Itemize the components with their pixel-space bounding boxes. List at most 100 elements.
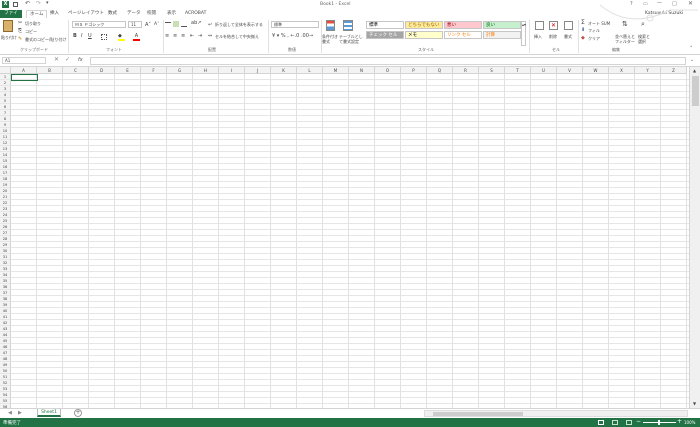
italic-icon[interactable]: I	[81, 33, 82, 39]
horizontal-scroll-thumb[interactable]	[433, 412, 523, 416]
enter-formula-icon[interactable]: ✓	[65, 56, 70, 63]
column-header[interactable]: N	[349, 67, 375, 74]
vertical-scroll-thumb[interactable]	[692, 76, 699, 106]
scroll-up-icon[interactable]: ▲	[693, 68, 696, 73]
vertical-scrollbar[interactable]: ▲ ▼	[689, 67, 700, 408]
align-bottom-icon[interactable]	[181, 22, 187, 27]
cell-style-1[interactable]: どちらでもない	[405, 21, 443, 29]
copy-button[interactable]: コピー	[25, 29, 37, 35]
cell-style-2[interactable]: 悪い	[444, 21, 482, 29]
tab-acrobat[interactable]: ACROBAT	[182, 10, 209, 18]
tab-view[interactable]: 表示	[164, 10, 179, 18]
page-break-view-icon[interactable]	[626, 420, 632, 425]
worksheet-grid[interactable]: ▲ ▼ ABCDEFGHIJKLMNOPQRSTUVWXYZ1234567891…	[0, 67, 700, 408]
column-header[interactable]: Z	[661, 67, 687, 74]
column-header[interactable]: A	[11, 67, 37, 74]
tab-file[interactable]: ファイル	[0, 10, 22, 24]
column-header[interactable]: O	[375, 67, 401, 74]
insert-function-icon[interactable]: fx	[78, 57, 83, 63]
column-header[interactable]: S	[479, 67, 505, 74]
column-header[interactable]: L	[297, 67, 323, 74]
format-as-table-button[interactable]: テーブルとして書式設定	[339, 34, 363, 44]
underline-icon[interactable]: U	[88, 33, 92, 39]
column-header[interactable]: Y	[635, 67, 661, 74]
cell-style-5[interactable]: メモ	[405, 31, 443, 39]
next-sheet-icon[interactable]: ▶	[18, 410, 22, 416]
fill-button[interactable]: フィル	[588, 28, 600, 34]
align-center-icon[interactable]: ≡	[173, 33, 177, 39]
add-sheet-icon[interactable]: +	[74, 409, 82, 417]
cell-style-4[interactable]: チェック セル	[366, 31, 404, 39]
border-icon[interactable]	[101, 34, 107, 40]
cell-style-0[interactable]: 標準	[366, 21, 404, 29]
shrink-font-icon[interactable]: A˅	[154, 22, 159, 27]
column-header[interactable]: I	[219, 67, 245, 74]
gallery-scroll-icon[interactable]: ▴▾	[521, 21, 526, 46]
column-header[interactable]: V	[557, 67, 583, 74]
column-header[interactable]: J	[245, 67, 271, 74]
cut-button[interactable]: 切り取り	[25, 21, 41, 27]
column-header[interactable]: X	[609, 67, 635, 74]
cancel-formula-icon[interactable]: ✕	[54, 56, 59, 63]
wrap-text-button[interactable]: 折り返して全体を表示する	[215, 22, 263, 28]
autosum-button[interactable]: オート SUM	[588, 21, 610, 27]
cell-style-3[interactable]: 良い	[483, 21, 521, 29]
column-header[interactable]: D	[89, 67, 115, 74]
format-cells-button[interactable]: 書式	[564, 34, 572, 40]
name-box[interactable]: A1	[2, 57, 46, 64]
column-header[interactable]: K	[271, 67, 297, 74]
column-header[interactable]: P	[401, 67, 427, 74]
column-header[interactable]: U	[531, 67, 557, 74]
customize-toolbar-icon[interactable]: ▾	[46, 0, 49, 6]
zoom-out-icon[interactable]: −	[636, 418, 641, 425]
tab-formulas[interactable]: 数式	[105, 10, 120, 18]
column-header[interactable]: R	[453, 67, 479, 74]
fill-color-icon[interactable]: ◆	[118, 33, 125, 41]
collapse-ribbon-icon[interactable]: ˄	[690, 46, 693, 52]
cell-style-6[interactable]: リンク セル	[444, 31, 482, 39]
sheet-tab-sheet1[interactable]: Sheet1	[37, 409, 61, 417]
increase-indent-icon[interactable]: ⇥	[198, 33, 202, 39]
expand-formula-icon[interactable]: ⌄	[690, 57, 694, 63]
font-name-select[interactable]: ＭＳ Ｐゴシック	[72, 21, 126, 28]
scroll-down-icon[interactable]: ▼	[693, 401, 696, 406]
grow-font-icon[interactable]: A˄	[145, 22, 151, 28]
number-format-select[interactable]: 標準	[271, 21, 319, 28]
paste-button[interactable]: 貼り付け	[1, 35, 17, 41]
bold-icon[interactable]: B	[73, 33, 77, 39]
merge-center-button[interactable]: セルを結合して中央揃え	[215, 34, 259, 40]
find-select-button[interactable]: 検索と選択	[638, 34, 652, 44]
tab-data[interactable]: データ	[124, 10, 144, 18]
save-icon[interactable]	[13, 2, 18, 7]
column-header[interactable]: E	[115, 67, 141, 74]
column-header[interactable]: G	[167, 67, 193, 74]
tab-page-layout[interactable]: ページレイアウト	[65, 10, 107, 18]
align-left-icon[interactable]: ≡	[165, 33, 169, 39]
cell-area[interactable]	[11, 74, 689, 408]
column-header[interactable]: H	[193, 67, 219, 74]
align-right-icon[interactable]: ≡	[181, 33, 185, 39]
align-middle-icon[interactable]	[173, 21, 179, 27]
tab-home[interactable]: ホーム	[26, 10, 48, 18]
decrease-indent-icon[interactable]: ⇤	[190, 33, 194, 39]
format-painter-button[interactable]: 書式のコピー/貼り付け	[25, 37, 66, 43]
column-header[interactable]: F	[141, 67, 167, 74]
tab-review[interactable]: 校閲	[144, 10, 159, 18]
insert-cells-button[interactable]: 挿入	[534, 34, 542, 40]
column-header[interactable]: B	[37, 67, 63, 74]
orientation-icon[interactable]: ab↗	[191, 20, 201, 26]
column-header[interactable]: W	[583, 67, 609, 74]
font-color-icon[interactable]: A	[133, 33, 140, 41]
font-size-select[interactable]: 11	[128, 21, 142, 28]
redo-icon[interactable]: ↷	[36, 0, 41, 7]
page-layout-view-icon[interactable]	[612, 420, 618, 425]
selected-cell[interactable]	[11, 74, 38, 81]
paste-icon[interactable]	[3, 20, 13, 32]
column-header[interactable]: T	[505, 67, 531, 74]
conditional-format-button[interactable]: 条件付き書式	[322, 34, 338, 44]
zoom-slider-thumb[interactable]	[658, 420, 660, 425]
normal-view-icon[interactable]	[598, 420, 604, 425]
column-header[interactable]: C	[63, 67, 89, 74]
tab-insert[interactable]: 挿入	[47, 10, 62, 18]
undo-icon[interactable]: ↶	[25, 0, 30, 7]
